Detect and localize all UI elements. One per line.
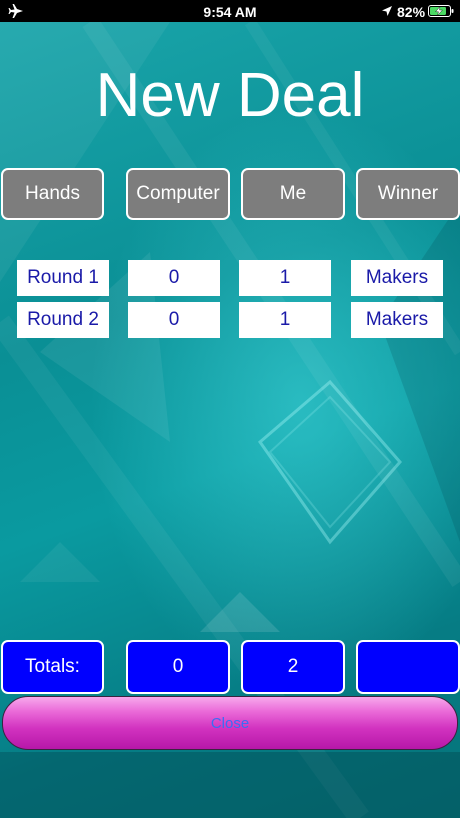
column-header-hands: Hands <box>1 168 104 220</box>
column-header-winner: Winner <box>356 168 460 220</box>
status-bar: 9:54 AM 82% <box>0 0 460 22</box>
row-1-hand: Round 1 <box>17 260 109 296</box>
close-button[interactable]: Close <box>2 696 458 750</box>
close-button-label: Close <box>210 714 250 732</box>
row-2-hand: Round 2 <box>17 302 109 338</box>
totals-winner <box>356 640 460 694</box>
column-header-computer: Computer <box>126 168 230 220</box>
column-header-me: Me <box>241 168 345 220</box>
location-icon <box>382 6 392 16</box>
row-2-me: 1 <box>239 302 331 338</box>
totals-computer: 0 <box>126 640 230 694</box>
row-2-computer: 0 <box>128 302 220 338</box>
page-title: New Deal <box>95 61 365 130</box>
row-1-me: 1 <box>239 260 331 296</box>
battery-charging-icon <box>428 5 454 17</box>
row-2-winner: Makers <box>351 302 443 338</box>
totals-label: Totals: <box>1 640 104 694</box>
row-1-computer: 0 <box>128 260 220 296</box>
battery-percent: 82% <box>397 4 426 20</box>
row-1-winner: Makers <box>351 260 443 296</box>
totals-me: 2 <box>241 640 345 694</box>
